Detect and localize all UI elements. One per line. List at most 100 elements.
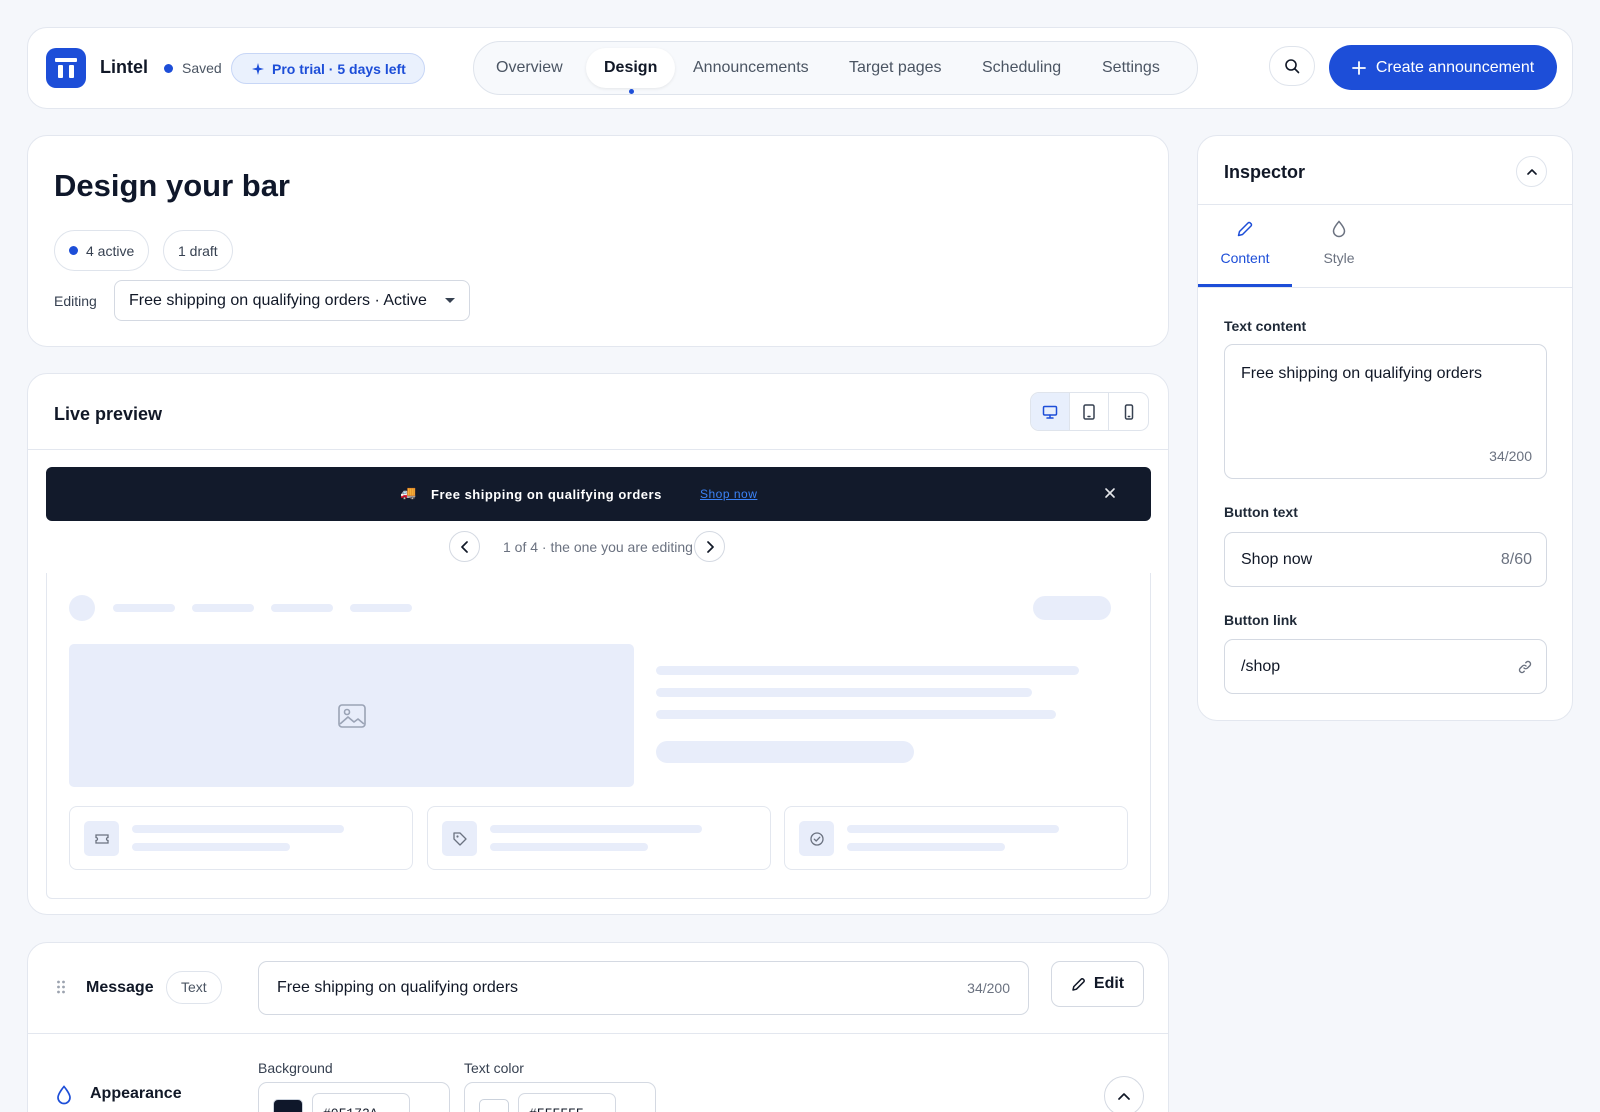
skeleton-feature-card [69, 806, 413, 870]
sparkle-icon [252, 62, 264, 75]
desktop-icon [1042, 405, 1058, 419]
button-text-value: Shop now [1241, 550, 1313, 568]
tag-icon [442, 821, 477, 856]
announcement-bar-preview: 🚚 Free shipping on qualifying orders Sho… [46, 467, 1151, 521]
skeleton-line [656, 710, 1056, 719]
tab-scheduling[interactable]: Scheduling [964, 48, 1079, 88]
editing-select-value: Free shipping on qualifying orders · Act… [129, 291, 427, 309]
tab-overview[interactable]: Overview [478, 48, 581, 88]
tab-design-label: Design [604, 59, 658, 76]
tablet-view-button[interactable] [1070, 393, 1110, 430]
skeleton-nav [271, 604, 333, 612]
text-color-field[interactable]: #FFFFFF [464, 1082, 656, 1112]
tab-announcements[interactable]: Announcements [675, 48, 827, 88]
lintel-logo[interactable] [46, 48, 86, 88]
appearance-label: Appearance [90, 1085, 182, 1102]
active-tab-indicator [628, 89, 634, 94]
link-icon [1518, 660, 1532, 673]
button-link-input[interactable]: /shop [1224, 639, 1547, 694]
background-hex-input[interactable]: #0F172A [312, 1093, 410, 1112]
skeleton-cta [656, 741, 914, 763]
text-content-count: 34/200 [1489, 448, 1532, 464]
tab-style[interactable]: Style [1292, 220, 1386, 280]
text-content-label: Text content [1224, 318, 1307, 334]
trial-badge[interactable]: Pro trial · 5 days left [231, 53, 425, 84]
draft-count-label: 1 draft [178, 242, 218, 259]
brand-name: Lintel [100, 57, 148, 77]
draft-count-badge[interactable]: 1 draft [163, 230, 233, 271]
close-icon[interactable] [1104, 487, 1116, 499]
skeleton-line [132, 825, 344, 833]
chevron-up-icon [1526, 169, 1537, 175]
next-button[interactable] [694, 531, 725, 562]
active-count-label: 4 active [86, 242, 135, 259]
tab-style-label: Style [1323, 250, 1355, 266]
trial-label: Pro trial · 5 days left [272, 60, 406, 77]
active-count-badge[interactable]: 4 active [54, 230, 150, 271]
skeleton-line [656, 688, 1032, 697]
mobile-view-button[interactable] [1109, 393, 1148, 430]
desktop-view-button[interactable] [1031, 393, 1071, 430]
chevron-left-icon [460, 540, 468, 553]
skeleton-button [1033, 596, 1111, 620]
active-dot-icon [69, 246, 78, 255]
ticket-icon [84, 821, 119, 856]
editing-label: Editing [54, 293, 97, 309]
skeleton-nav [350, 604, 412, 612]
search-button[interactable] [1269, 46, 1315, 86]
tab-content[interactable]: Content [1198, 220, 1292, 280]
inspector-title: Inspector [1224, 162, 1306, 182]
skeleton-hero-image [69, 644, 634, 787]
droplet-icon [1332, 220, 1346, 238]
text-color-hex-input[interactable]: #FFFFFF [518, 1093, 616, 1112]
chevron-up-icon [1118, 1093, 1130, 1100]
truck-icon: 🚚 [400, 485, 417, 500]
pencil-icon [1237, 221, 1253, 237]
button-link-label: Button link [1224, 612, 1298, 628]
text-color-swatch[interactable] [479, 1099, 509, 1112]
button-text-label: Button text [1224, 504, 1298, 520]
chevron-right-icon [706, 540, 714, 553]
message-input[interactable]: Free shipping on qualifying orders 34/20… [258, 961, 1029, 1015]
message-label: Message [86, 979, 154, 996]
skeleton-feature-card [784, 806, 1128, 870]
skeleton-nav [192, 604, 254, 612]
droplet-icon [57, 1085, 71, 1105]
tab-design[interactable]: Design [586, 48, 676, 94]
drag-handle-icon[interactable] [56, 980, 66, 994]
skeleton-line [490, 843, 648, 851]
text-content-value: Free shipping on qualifying orders [1241, 365, 1483, 382]
save-status: Saved [164, 60, 222, 76]
background-color-field[interactable]: #0F172A [258, 1082, 450, 1112]
skeleton-line [132, 843, 290, 851]
previous-button[interactable] [449, 531, 480, 562]
message-char-count: 34/200 [967, 980, 1010, 996]
skeleton-logo [69, 595, 95, 621]
create-announcement-button[interactable]: Create announcement [1329, 45, 1557, 90]
device-switcher [1030, 392, 1149, 431]
divider [28, 449, 1168, 450]
skeleton-line [847, 825, 1059, 833]
text-content-textarea[interactable]: Free shipping on qualifying orders 34/20… [1224, 344, 1547, 479]
pencil-icon [1072, 977, 1085, 991]
button-text-input[interactable]: Shop now 8/60 [1224, 532, 1547, 587]
collapse-inspector-button[interactable] [1516, 156, 1547, 187]
button-text-count: 8/60 [1500, 550, 1532, 568]
image-icon [337, 703, 366, 728]
button-link-value: /shop [1241, 657, 1281, 675]
tab-settings[interactable]: Settings [1084, 48, 1178, 88]
page-title: Design your bar [54, 168, 290, 203]
main-nav: Overview Design Announcements Target pag… [473, 41, 1198, 95]
pager-label: 1 of 4 · the one you are editing [503, 539, 693, 555]
editing-select[interactable]: Free shipping on qualifying orders · Act… [114, 280, 470, 321]
save-status-label: Saved [182, 60, 222, 76]
collapse-appearance-button[interactable] [1104, 1076, 1144, 1112]
edit-label: Edit [1093, 975, 1125, 992]
tab-target-pages[interactable]: Target pages [831, 48, 960, 88]
bar-shop-link[interactable]: Shop now [700, 487, 757, 501]
edit-message-button[interactable]: Edit [1051, 961, 1144, 1007]
chevron-down-icon [445, 298, 455, 303]
background-swatch[interactable] [273, 1099, 303, 1112]
inspector-panel: Inspector Content Style Text content Fre… [1197, 135, 1573, 721]
bar-message: Free shipping on qualifying orders [431, 487, 662, 502]
